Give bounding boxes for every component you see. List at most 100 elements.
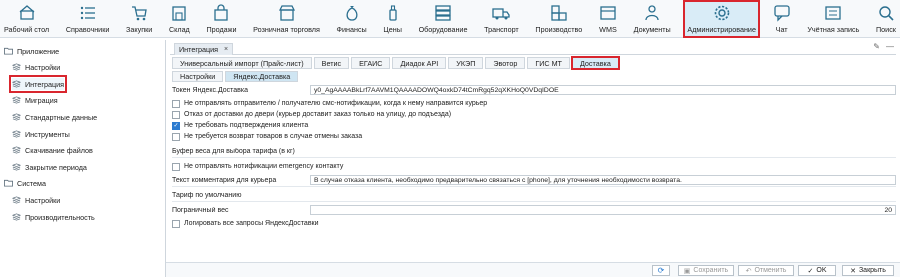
toolbar-item[interactable]: Цены [379,0,405,38]
token-label: Токен Яндекс.Доставка [172,87,249,94]
toolbar-item[interactable]: Закупки [122,0,156,38]
toolbar-item-label: Цены [383,25,402,34]
sidebar-item[interactable]: Приложение [4,45,59,57]
weight-label: Пограничный вес [172,207,229,214]
cancel-button-label: Отменить [754,267,787,274]
buffer-input[interactable] [172,157,896,158]
save-button[interactable]: ▣ Сохранить [678,265,734,276]
tab[interactable]: ГИС МТ [527,57,570,69]
checkbox[interactable] [172,110,180,119]
tab[interactable]: Эвотор [485,57,526,69]
toolbar-item[interactable]: Оборудование [415,0,472,38]
chk6-row[interactable]: Логировать все запросы ЯндексДоставки [172,218,319,229]
edit-icon[interactable]: ✎ [873,42,880,51]
toolbar-item[interactable]: Документы [630,0,675,38]
tab[interactable]: Доставка [570,56,620,70]
comment-row: Текст комментария для курьера [172,175,310,186]
sidebar-item[interactable]: Скачивание файлов [11,144,93,156]
toolbar-item[interactable]: WMS [595,0,621,38]
toolbar-item[interactable]: Администрирование [683,0,760,38]
toolbar-item[interactable]: Учётная запись [803,0,863,38]
checkbox[interactable] [172,219,180,228]
module-icon [11,213,22,221]
toolbar-item[interactable]: Справочники [62,0,114,38]
sidebar-item[interactable]: Закрытие периода [11,161,87,173]
tab[interactable]: Универсальный импорт (Прайс-лист) [172,57,312,69]
comment-input[interactable]: В случае отказа клиента, необходимо пред… [310,175,896,185]
weight-input[interactable]: 20 [310,205,896,215]
token-row: Токен Яндекс.Доставка [172,85,310,96]
sidebar-item[interactable]: Инструменты [11,128,70,140]
sidebar-item-label: Стандартные данные [25,112,98,122]
divider [172,201,896,202]
chk1-row[interactable]: Не отправлять отправителю / получателю с… [172,98,487,109]
toolbar-item[interactable]: Продажи [202,0,240,38]
sidebar-item[interactable]: Интеграция [9,75,67,93]
main-panel: Интеграция × ✎ — Универсальный импорт (П… [166,40,900,277]
sidebar-item-label: Интеграция [25,79,64,89]
checkbox[interactable] [172,132,180,141]
tab[interactable]: УКЭП [448,57,484,69]
server-icon [434,4,452,22]
sidebar-item-label: Настройки [25,62,61,72]
checkbox[interactable] [172,162,180,171]
toolbar-item[interactable]: Производство [531,0,586,38]
toolbar-item-label: Транспорт [484,25,519,34]
minimize-icon[interactable]: — [886,42,894,51]
module-icon [11,130,22,138]
refresh-button[interactable]: ⟳ [652,265,670,276]
close-icon[interactable]: × [224,46,228,53]
close-button[interactable]: ✕ Закрыть [842,265,894,276]
checkbox[interactable] [172,99,180,108]
sidebar-item[interactable]: Настройки [11,61,61,73]
tab[interactable]: ЕГАИС [351,57,391,69]
toolbar-item[interactable]: Розничная торговля [249,0,324,38]
action-bar: ⟳ ▣ Сохранить ↶ Отменить ✓ OK ✕ Закрыть [166,262,900,277]
sidebar-item[interactable]: Настройки [11,194,60,206]
document-tab-integration[interactable]: Интеграция × [174,43,234,55]
toolbar-item-label: Администрирование [687,25,756,34]
chk3-row[interactable]: ✓ Не требовать подтверждения клиента [172,120,308,131]
module-icon [11,163,22,171]
subtab[interactable]: Яндекс.Доставка [225,71,299,82]
chk5-row[interactable]: Не отправлять нотификации emergency конт… [172,161,343,172]
money-bag-icon [343,4,361,22]
toolbar-item-label: Чат [775,25,788,34]
sidebar-item[interactable]: Система [4,177,46,189]
toolbar-item[interactable]: Рабочий стол [0,0,53,38]
chk2-row[interactable]: Отказ от доставки до двери (курьер доста… [172,109,451,120]
toolbar-item[interactable]: Поиск [872,0,900,38]
toolbar-item-label: Производство [535,25,583,34]
tab[interactable]: Ветис [313,57,350,69]
toolbar-item-label: WMS [599,25,617,34]
shopping-bag-icon [212,4,230,22]
toolbar-item[interactable]: Склад [165,0,194,38]
toolbar-item[interactable]: Чат [769,0,795,38]
toolbar-item-label: Финансы [336,25,367,34]
chk4-row[interactable]: Не требуется возврат товаров в случае от… [172,131,362,142]
save-button-label: Сохранить [693,267,729,274]
sidebar-item-label: Приложение [17,46,60,56]
chk4-label: Не требуется возврат товаров в случае от… [184,133,363,140]
ok-button-label: OK [816,267,827,274]
toolbar-item-label: Учётная запись [807,25,860,34]
toolbar-item-label: Оборудование [418,25,468,34]
module-icon [11,96,22,104]
sidebar-item-label: Производительность [25,212,95,222]
sidebar-item[interactable]: Миграция [11,94,58,106]
module-icon [11,113,22,121]
subtab[interactable]: Настройки [172,71,224,82]
module-icon [11,196,22,204]
toolbar-item[interactable]: Финансы [333,0,371,38]
ok-button[interactable]: ✓ OK [798,265,836,276]
checkbox-checked[interactable]: ✓ [172,121,180,130]
toolbar-item[interactable]: Транспорт [480,0,523,38]
sidebar-item[interactable]: Производительность [11,211,95,223]
sidebar-item[interactable]: Стандартные данные [11,111,98,123]
tab[interactable]: Диадок API [392,57,447,69]
buffer-row: Буфер веса для выбора тарифа (в кг) [172,146,310,157]
chat-icon [773,4,791,22]
folder-icon [4,47,13,55]
token-input[interactable]: y0_AgAAAABkLrf7AAVM1QAAAADOWQ4oxkD74tCmR… [310,85,896,95]
cancel-button[interactable]: ↶ Отменить [738,265,794,276]
